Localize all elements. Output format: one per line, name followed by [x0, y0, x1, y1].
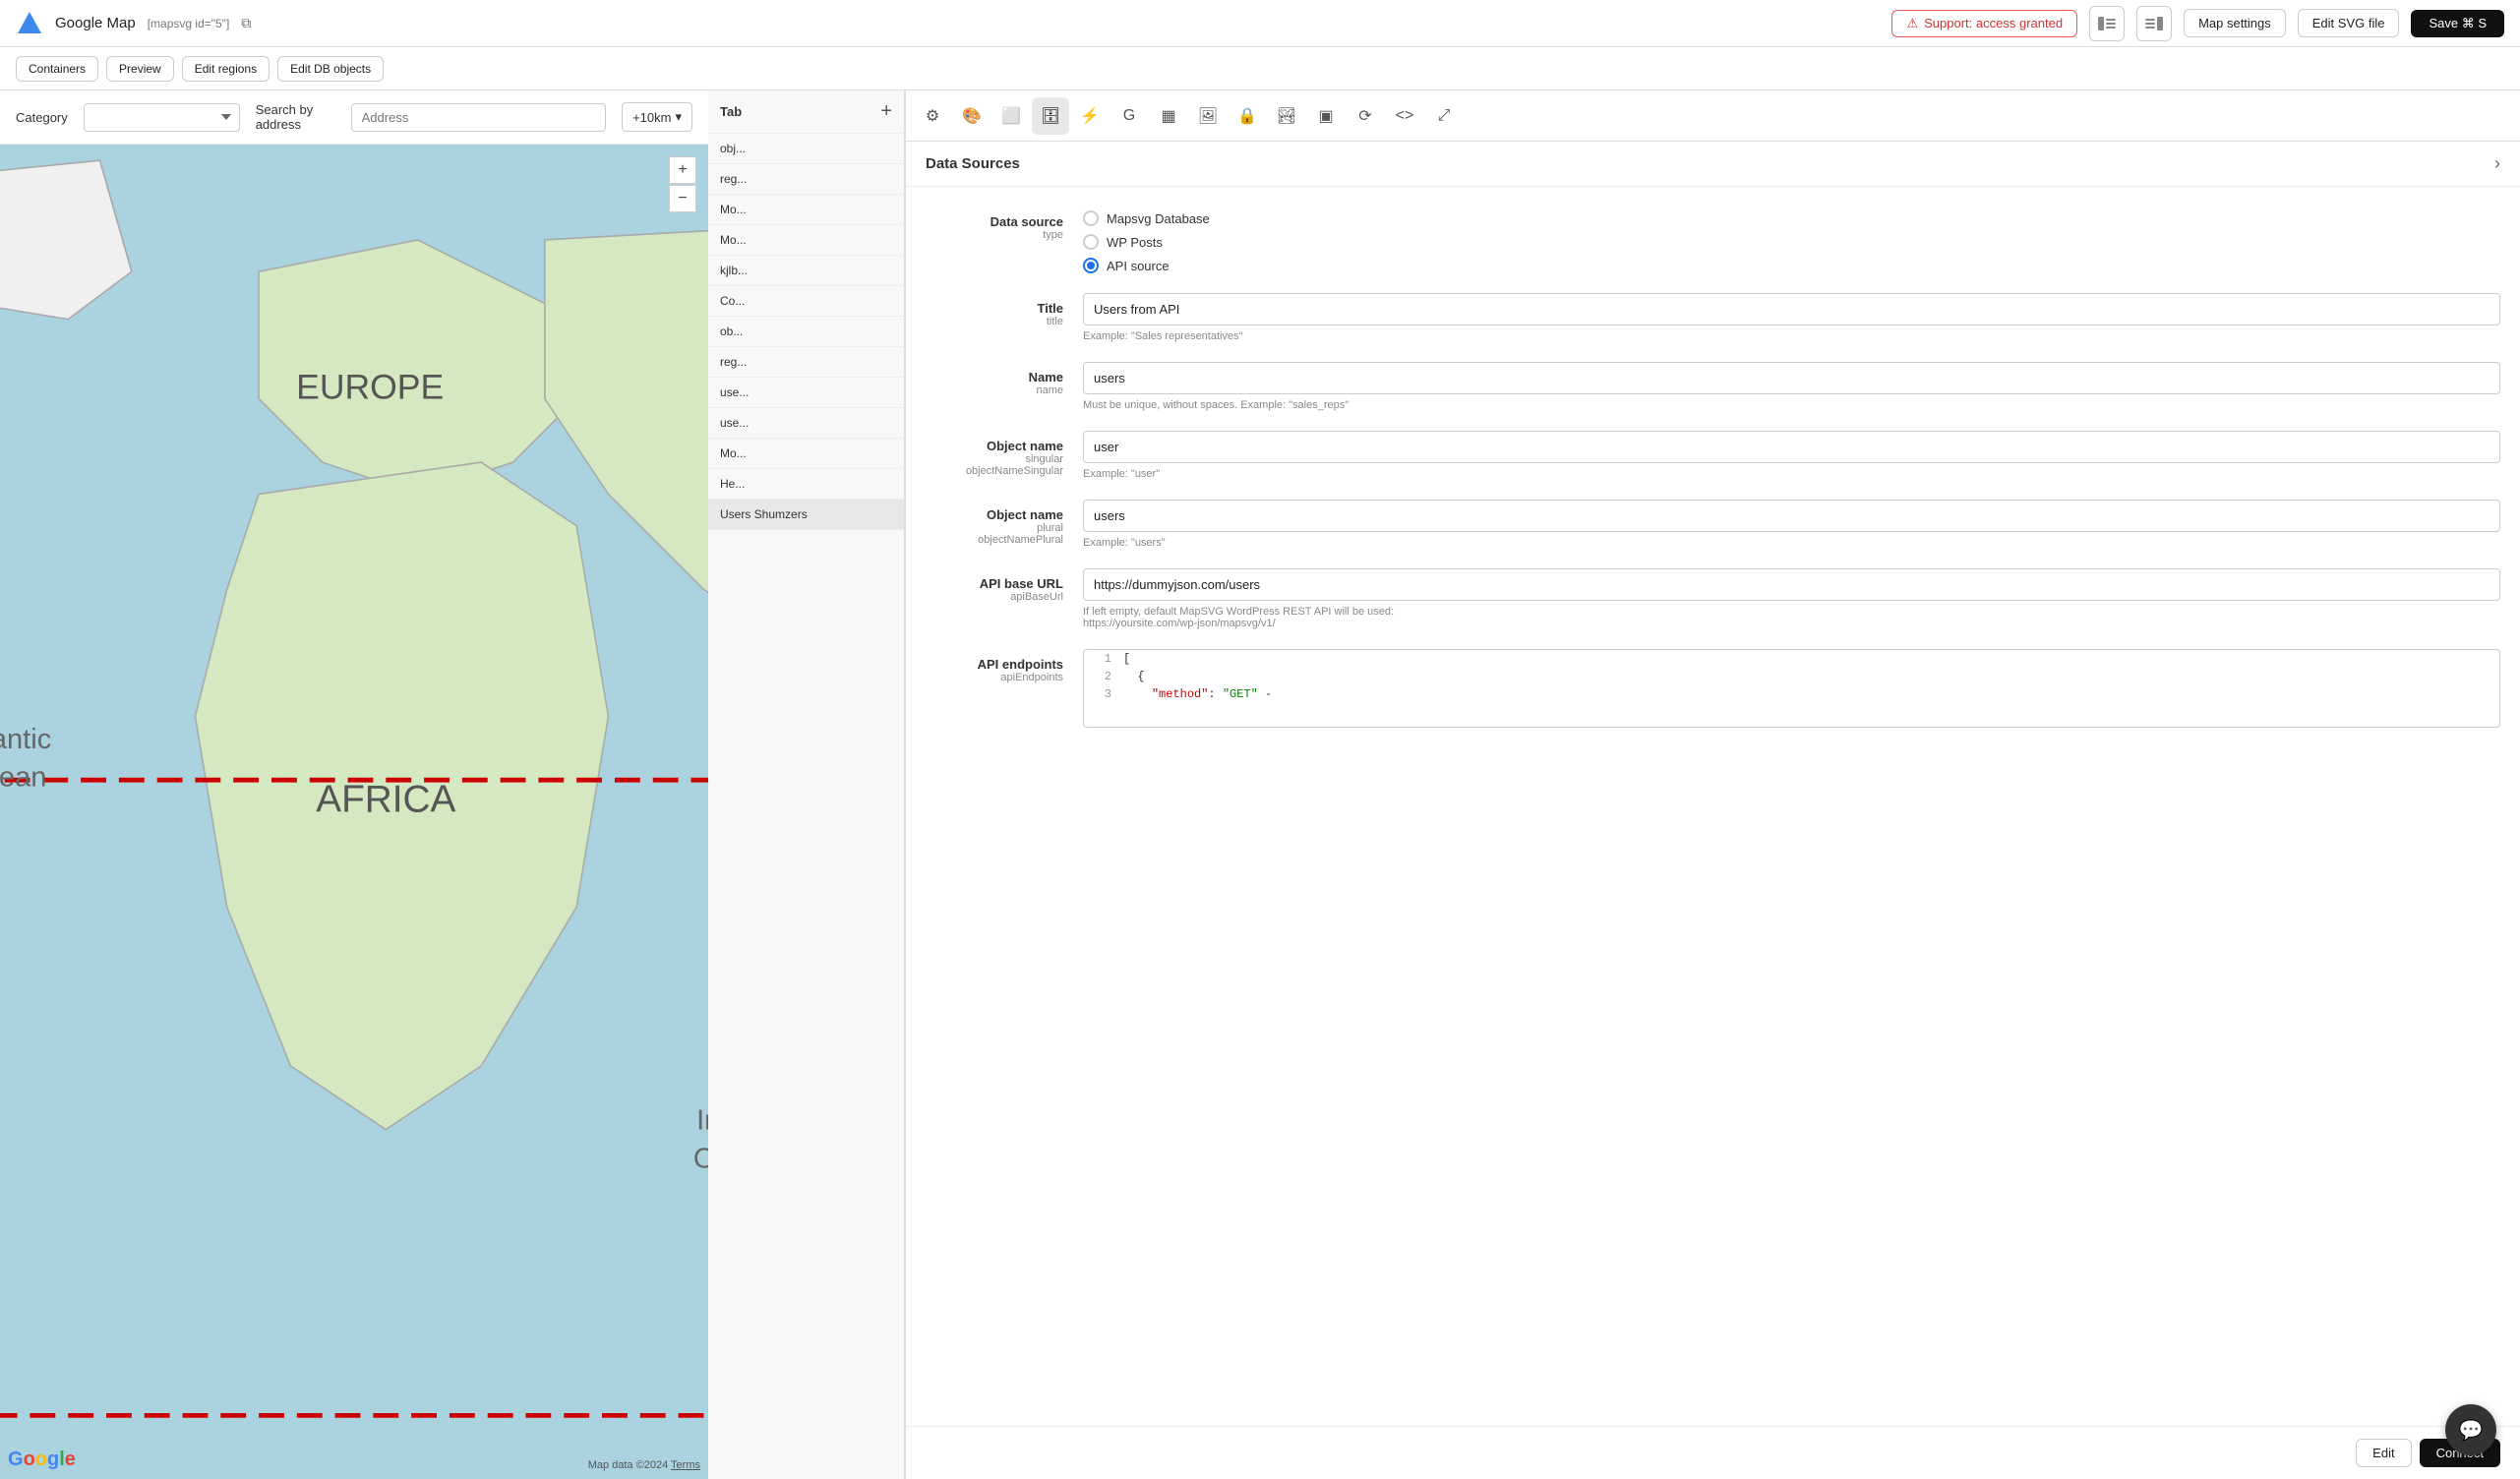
map-controls: Category Search by address +10km ▾ — [0, 90, 708, 145]
obj-singular-field-row: Object name singular objectNameSingular … — [926, 431, 2500, 480]
google-logo: Google — [8, 1449, 76, 1471]
right-panel: ⚙🎨⬜🗄⚡G▦🖼🔒🏞▣⟳<>⤢ Data Sources › Data sour… — [905, 90, 2520, 1479]
name-field-row: Name name Must be unique, without spaces… — [926, 362, 2500, 411]
name-input[interactable] — [1083, 362, 2500, 394]
list-item[interactable]: He... — [708, 469, 904, 500]
list-item[interactable]: reg... — [708, 164, 904, 195]
map-data: Map data ©2024 Terms — [588, 1459, 700, 1471]
left-panel: Category Search by address +10km ▾ — [0, 90, 708, 1479]
lock-icon[interactable]: 🔒 — [1229, 97, 1266, 135]
warning-icon: ⚠ — [1906, 16, 1918, 31]
list-item[interactable]: Mo... — [708, 195, 904, 225]
zoom-out-button[interactable]: − — [669, 185, 696, 212]
list-item[interactable]: Mo... — [708, 439, 904, 469]
data-sources-body: Data source type Mapsvg Database WP Post… — [906, 187, 2520, 1426]
copy-icon[interactable]: ⧉ — [241, 15, 251, 31]
containers-button[interactable]: Containers — [16, 56, 98, 82]
table-list-title: Tab — [720, 104, 742, 119]
logo — [16, 10, 43, 37]
terms-link[interactable]: Terms — [671, 1459, 700, 1471]
zoom-controls: + − — [669, 156, 696, 212]
data-sources-footer: Edit Connect — [906, 1426, 2520, 1479]
preview-button[interactable]: Preview — [106, 56, 174, 82]
svg-text:AFRICA: AFRICA — [316, 779, 455, 821]
api-url-field-row: API base URL apiBaseUrl If left empty, d… — [926, 568, 2500, 629]
crop-icon[interactable]: ⬜ — [992, 97, 1030, 135]
resize-icon[interactable]: ⤢ — [1425, 97, 1463, 135]
world-map-svg: NORTH AMERICA SOUTH AMERICA EUROPE AFRIC… — [0, 145, 708, 1479]
map-area: NORTH AMERICA SOUTH AMERICA EUROPE AFRIC… — [0, 145, 708, 1479]
svg-text:Ocean: Ocean — [0, 762, 46, 794]
zoom-in-button[interactable]: + — [669, 156, 696, 184]
sidebar-left-button[interactable] — [2089, 6, 2125, 41]
cards-icon[interactable]: ▣ — [1307, 97, 1345, 135]
api-endpoints-field-row: API endpoints apiEndpoints 1 [ 2 { — [926, 649, 2500, 728]
radio-mapsvg[interactable]: Mapsvg Database — [1083, 210, 2500, 226]
table-icon[interactable]: ▦ — [1150, 97, 1187, 135]
category-label: Category — [16, 110, 68, 125]
data-source-radio-group: Mapsvg Database WP Posts API source — [1083, 207, 2500, 273]
svg-text:Indian: Indian — [696, 1105, 708, 1137]
code-icon[interactable]: <> — [1386, 97, 1423, 135]
table-list-panel: Tab + obj...reg...Mo...Mo...kjlb...Co...… — [708, 90, 905, 1479]
app-title: Google Map — [55, 15, 136, 31]
top-bar: Google Map [mapsvg id="5"] ⧉ ⚠ Support: … — [0, 0, 2520, 47]
sub-toolbar: Containers Preview Edit regions Edit DB … — [0, 47, 2520, 90]
radio-api[interactable]: API source — [1083, 258, 2500, 273]
map-id: [mapsvg id="5"] — [148, 17, 230, 30]
image-icon[interactable]: 🖼 — [1189, 97, 1227, 135]
expand-icon[interactable]: › — [2494, 153, 2500, 174]
list-item[interactable]: kjlb... — [708, 256, 904, 286]
edit-svg-button[interactable]: Edit SVG file — [2298, 9, 2400, 37]
edit-db-button[interactable]: Edit DB objects — [277, 56, 384, 82]
data-sources-header: Data Sources › — [906, 142, 2520, 187]
map-settings-button[interactable]: Map settings — [2184, 9, 2286, 37]
loop-icon[interactable]: ⟳ — [1347, 97, 1384, 135]
grammarly-icon[interactable]: G — [1110, 97, 1148, 135]
main-layout: Category Search by address +10km ▾ — [0, 90, 2520, 1479]
obj-plural-input[interactable] — [1083, 500, 2500, 532]
api-endpoints-editor[interactable]: 1 [ 2 { 3 "method": "GET" - — [1083, 649, 2500, 728]
category-select[interactable] — [84, 103, 240, 132]
title-input[interactable] — [1083, 293, 2500, 325]
list-item[interactable]: Mo... — [708, 225, 904, 256]
chevron-down-icon: ▾ — [675, 109, 682, 125]
search-label: Search by address — [256, 102, 335, 132]
icon-toolbar: ⚙🎨⬜🗄⚡G▦🖼🔒🏞▣⟳<>⤢ — [906, 90, 2520, 142]
list-item[interactable]: Co... — [708, 286, 904, 317]
chat-bubble[interactable]: 💬 — [2445, 1404, 2496, 1455]
table-add-icon[interactable]: + — [880, 100, 892, 123]
table-list-header: Tab + — [708, 90, 904, 134]
sidebar-right-button[interactable] — [2136, 6, 2172, 41]
settings-icon[interactable]: ⚙ — [914, 97, 951, 135]
radio-wp[interactable]: WP Posts — [1083, 234, 2500, 250]
save-button[interactable]: Save ⌘ S — [2411, 10, 2504, 37]
database-icon[interactable]: 🗄 — [1032, 97, 1069, 135]
list-item[interactable]: obj... — [708, 134, 904, 164]
radius-button[interactable]: +10km ▾ — [622, 102, 692, 132]
filter-icon[interactable]: ⚡ — [1071, 97, 1109, 135]
list-item[interactable]: reg... — [708, 347, 904, 378]
list-item[interactable]: Users Shumzers — [708, 500, 904, 530]
data-sources-title: Data Sources — [926, 155, 1020, 172]
list-item[interactable]: ob... — [708, 317, 904, 347]
api-url-input[interactable] — [1083, 568, 2500, 601]
support-button[interactable]: ⚠ Support: access granted — [1891, 10, 2077, 37]
svg-text:Atlantic: Atlantic — [0, 724, 51, 755]
obj-singular-input[interactable] — [1083, 431, 2500, 463]
palette-icon[interactable]: 🎨 — [953, 97, 990, 135]
title-field-row: Title title Example: "Sales representati… — [926, 293, 2500, 342]
data-source-type-row: Data source type Mapsvg Database WP Post… — [926, 207, 2500, 273]
svg-text:EUROPE: EUROPE — [296, 367, 444, 406]
list-item[interactable]: use... — [708, 408, 904, 439]
edit-button[interactable]: Edit — [2356, 1439, 2411, 1467]
table-list-items: obj...reg...Mo...Mo...kjlb...Co...ob...r… — [708, 134, 904, 530]
edit-regions-button[interactable]: Edit regions — [182, 56, 270, 82]
svg-text:Ocean: Ocean — [693, 1143, 708, 1174]
address-input[interactable] — [351, 103, 606, 132]
list-item[interactable]: use... — [708, 378, 904, 408]
obj-plural-field-row: Object name plural objectNamePlural Exam… — [926, 500, 2500, 549]
gallery-icon[interactable]: 🏞 — [1268, 97, 1305, 135]
